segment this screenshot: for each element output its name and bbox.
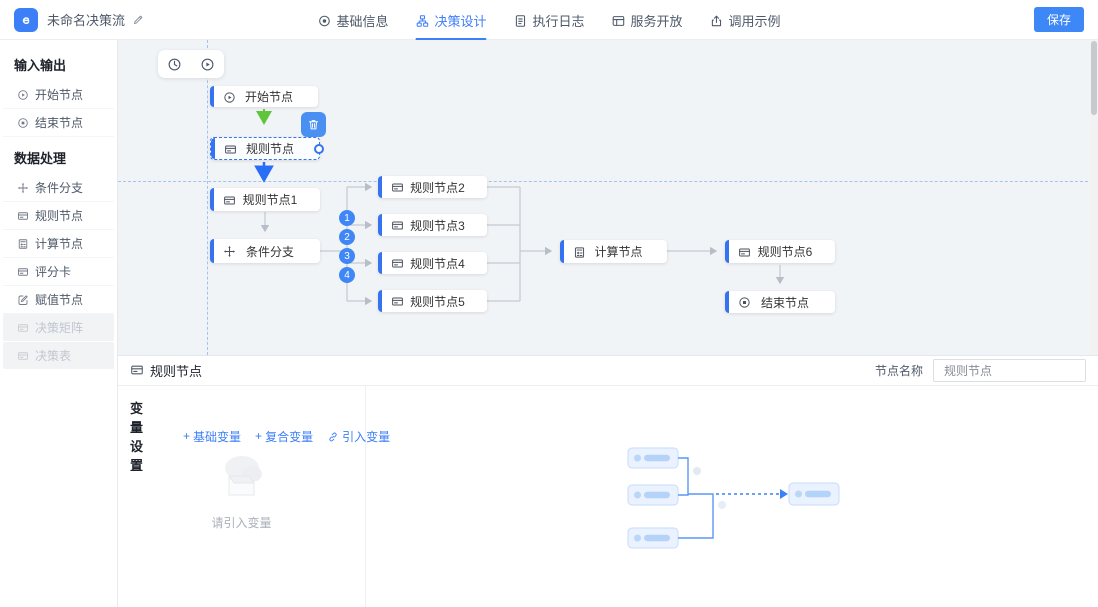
move-cross-icon	[17, 181, 29, 195]
flow-node-start[interactable]: 开始节点	[210, 86, 318, 107]
branch-number-badge: 2	[339, 229, 355, 245]
plus-icon: +	[183, 429, 191, 443]
log-icon	[513, 12, 527, 28]
save-button[interactable]: 保存	[1033, 7, 1084, 32]
top-bar: 未命名决策流 基础信息 决策设计 执行日志 服务开放 调用示例 保存	[0, 0, 1098, 40]
run-play-icon[interactable]	[200, 57, 215, 72]
variables-column: 变量设置 + 基础变量 + 复合变量 引入变量 请引入变量	[118, 386, 390, 607]
move-cross-icon	[210, 244, 236, 258]
flow-node-calc[interactable]: 计算节点	[560, 240, 667, 263]
gear-icon	[317, 12, 331, 28]
plus-icon: +	[255, 429, 263, 443]
canvas-toolbar	[158, 50, 224, 78]
empty-box-illustration	[224, 456, 262, 496]
service-icon	[612, 12, 626, 28]
flow-node-rule4[interactable]: 规则节点4	[378, 252, 487, 274]
stop-circle-icon	[17, 116, 29, 130]
palette-item-decision-table: 决策表	[3, 342, 114, 370]
branch-number-badge: 4	[339, 267, 355, 283]
card-icon	[17, 209, 29, 223]
branch-number-badge: 3	[339, 248, 355, 264]
node-config-panel: 规则节点 节点名称 变量设置 + 基础变量	[118, 355, 1098, 607]
add-composite-variable-link[interactable]: + 复合变量	[255, 428, 313, 445]
tab-call-example[interactable]: 调用示例	[710, 0, 781, 40]
share-icon	[710, 12, 724, 28]
connector-handle[interactable]	[314, 143, 324, 154]
palette-item-scorecard[interactable]: 评分卡	[3, 258, 114, 286]
palette-item-condition-branch[interactable]: 条件分支	[3, 174, 114, 202]
node-name-label: 节点名称	[874, 364, 923, 378]
card-icon	[17, 349, 29, 363]
card-icon	[378, 180, 404, 194]
flow-node-rule-selected[interactable]: 规则节点	[210, 137, 324, 160]
empty-state-text: 请引入变量	[211, 516, 272, 530]
card-icon	[17, 265, 29, 279]
section-title-data-processing: 数据处理	[14, 151, 67, 166]
card-icon	[17, 321, 29, 335]
add-basic-variable-link[interactable]: + 基础变量	[183, 428, 241, 445]
palette-item-end-node[interactable]: 结束节点	[3, 109, 114, 137]
tab-basic-info[interactable]: 基础信息	[317, 0, 388, 40]
app-logo	[14, 7, 38, 32]
palette-item-start-node[interactable]: 开始节点	[3, 81, 114, 109]
tab-execution-log[interactable]: 执行日志	[513, 0, 585, 40]
empty-state: 请引入变量	[118, 452, 365, 531]
flow-icon	[415, 12, 429, 28]
flow-node-end[interactable]: 结束节点	[725, 291, 835, 313]
history-clock-icon[interactable]	[167, 57, 182, 72]
preview-column	[366, 386, 1098, 607]
flow-title: 未命名决策流	[47, 13, 126, 28]
palette-item-assign-node[interactable]: 赋值节点	[3, 286, 114, 314]
calculator-icon	[17, 237, 29, 251]
node-name-input[interactable]	[933, 359, 1086, 382]
branch-number-badge: 1	[339, 210, 355, 226]
flow-node-rule3[interactable]: 规则节点3	[378, 214, 487, 236]
card-icon	[210, 192, 236, 206]
flow-node-rule2[interactable]: 规则节点2	[378, 176, 487, 198]
stop-circle-icon	[725, 295, 751, 309]
card-icon	[378, 218, 404, 232]
flow-node-rule1[interactable]: 规则节点1	[210, 188, 320, 211]
palette-item-calc-node[interactable]: 计算节点	[3, 230, 114, 258]
calculator-icon	[560, 244, 586, 258]
edit-square-icon	[17, 293, 29, 307]
panel-title: 规则节点	[150, 364, 203, 379]
alignment-guide-horizontal	[118, 181, 1098, 182]
card-icon	[378, 256, 404, 270]
play-circle-icon	[17, 88, 29, 102]
nav-tabs: 基础信息 决策设计 执行日志 服务开放 调用示例	[317, 0, 781, 40]
alignment-guide-vertical	[207, 40, 208, 355]
canvas-scrollbar[interactable]	[1090, 40, 1098, 355]
tab-decision-design[interactable]: 决策设计	[415, 0, 487, 40]
play-circle-icon	[210, 89, 236, 103]
tab-service-open[interactable]: 服务开放	[612, 0, 683, 40]
flow-node-branch[interactable]: 条件分支	[210, 239, 320, 263]
card-icon	[378, 294, 404, 308]
flow-skeleton-illustration	[627, 447, 840, 549]
node-palette-sidebar: 输入输出 开始节点 结束节点 数据处理 条件分支 规则节点 计算节点 评分卡 赋…	[0, 40, 118, 607]
palette-item-decision-matrix: 决策矩阵	[3, 314, 114, 342]
delete-node-button[interactable]	[301, 112, 326, 137]
section-title-io: 输入输出	[14, 58, 67, 73]
flow-node-rule6[interactable]: 规则节点6	[725, 240, 835, 263]
flow-node-rule5[interactable]: 规则节点5	[378, 290, 487, 312]
panel-header: 规则节点 节点名称	[118, 356, 1098, 386]
edit-title-icon[interactable]	[132, 11, 145, 29]
flow-canvas[interactable]: 开始节点 规则节点 规则节点1 条件分支 1 2 3 4 规则节点2 规则节点3…	[118, 40, 1098, 355]
link-icon	[327, 429, 339, 443]
card-icon	[211, 141, 237, 155]
palette-item-rule-node[interactable]: 规则节点	[3, 202, 114, 230]
card-icon	[130, 362, 144, 380]
scrollbar-thumb[interactable]	[1091, 41, 1097, 115]
card-icon	[725, 244, 751, 258]
